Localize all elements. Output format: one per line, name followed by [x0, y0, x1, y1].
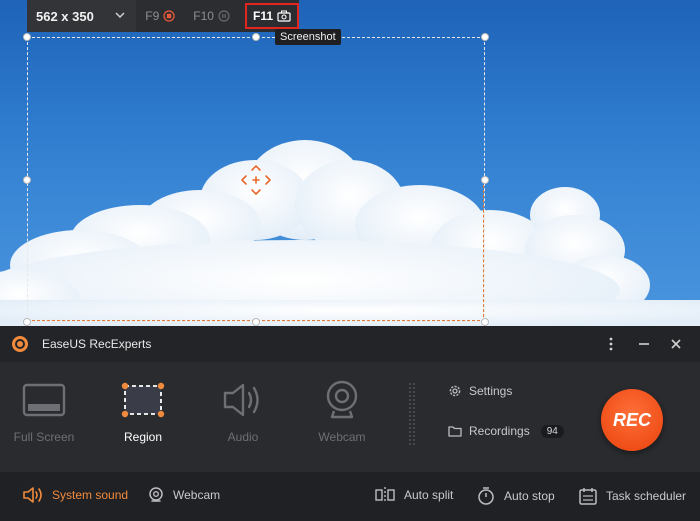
mode-region[interactable]: Region [103, 376, 183, 444]
resize-handle-top-right[interactable] [481, 33, 489, 41]
divider [408, 382, 416, 446]
webcam-icon [149, 487, 163, 502]
recorder-panel: EaseUS RecExperts Full Screen Region Aud… [0, 326, 700, 521]
f11-label: F11 [252, 9, 273, 23]
mode-label: Region [123, 430, 163, 444]
system-sound-label: System sound [52, 488, 129, 502]
capture-modes: Full Screen Region Audio Webcam Settings… [0, 362, 700, 472]
app-title: EaseUS RecExperts [42, 337, 152, 351]
minimize-button[interactable] [634, 334, 654, 354]
resize-handle-top[interactable] [252, 33, 260, 41]
mode-full-screen[interactable]: Full Screen [4, 376, 84, 444]
pause-icon [218, 10, 230, 22]
mode-label: Audio [227, 430, 259, 444]
mode-audio[interactable]: Audio [203, 376, 283, 444]
mode-webcam[interactable]: Webcam [302, 376, 382, 444]
recordings-link[interactable]: Recordings 94 [448, 424, 564, 438]
settings-link[interactable]: Settings [448, 384, 512, 398]
capture-toolbar: 562 x 350 F9 F10 F11 [27, 0, 299, 32]
folder-icon [448, 426, 462, 437]
resize-handle-bottom-right[interactable] [481, 318, 489, 326]
auto-split-button[interactable]: Auto split [374, 486, 453, 504]
task-scheduler-label: Task scheduler [606, 489, 687, 503]
resize-handle-top-left[interactable] [23, 33, 31, 41]
title-bar: EaseUS RecExperts [0, 326, 700, 362]
kebab-menu-icon [609, 337, 613, 351]
auto-stop-label: Auto stop [504, 489, 555, 503]
close-icon [671, 339, 681, 349]
speaker-icon [218, 376, 268, 424]
more-options-button[interactable] [601, 334, 621, 354]
resize-handle-right[interactable] [481, 176, 489, 184]
mode-label: Full Screen [13, 430, 75, 444]
timer-icon [478, 487, 494, 505]
f10-label: F10 [193, 9, 214, 23]
app-logo-icon [12, 336, 28, 352]
mode-label: Webcam [318, 430, 366, 444]
resize-handle-bottom-left[interactable] [23, 318, 31, 326]
webcam-icon [317, 376, 367, 424]
resize-handle-left[interactable] [23, 176, 31, 184]
recordings-label: Recordings [469, 424, 530, 438]
stop-hotkey-button[interactable]: F9 [136, 0, 184, 32]
webcam-toggle[interactable]: Webcam [147, 486, 220, 504]
region-select-icon [118, 376, 168, 424]
chevron-down-icon [115, 12, 125, 19]
resize-handle-bottom[interactable] [252, 318, 260, 326]
move-icon[interactable] [240, 164, 272, 196]
system-sound-toggle[interactable]: System sound [22, 486, 128, 504]
recordings-count-badge: 94 [540, 424, 564, 438]
stop-icon [163, 10, 175, 22]
webcam-label: Webcam [173, 488, 221, 502]
minimize-icon [639, 343, 649, 345]
monitor-icon [19, 376, 69, 424]
rec-button[interactable]: REC [601, 389, 663, 451]
options-bar: System sound Webcam Auto split Auto stop… [0, 472, 700, 521]
f9-label: F9 [145, 9, 160, 23]
camera-icon [277, 10, 291, 22]
close-button[interactable] [666, 334, 686, 354]
region-edge-right [483, 180, 484, 322]
screenshot-tooltip: Screenshot [275, 29, 341, 45]
calendar-icon [579, 488, 597, 505]
split-icon [375, 487, 395, 503]
task-scheduler-button[interactable]: Task scheduler [578, 486, 686, 506]
rec-label: REC [612, 409, 651, 430]
gear-icon [449, 385, 461, 397]
pause-hotkey-button[interactable]: F10 [184, 0, 239, 32]
region-size-value: 562 x 350 [36, 8, 94, 24]
auto-split-label: Auto split [404, 488, 454, 502]
screenshot-hotkey-button[interactable]: F11 [244, 3, 299, 29]
region-size-dropdown[interactable]: 562 x 350 [27, 0, 137, 32]
auto-stop-button[interactable]: Auto stop [476, 486, 555, 506]
settings-label: Settings [469, 384, 513, 398]
speaker-icon [23, 487, 42, 503]
